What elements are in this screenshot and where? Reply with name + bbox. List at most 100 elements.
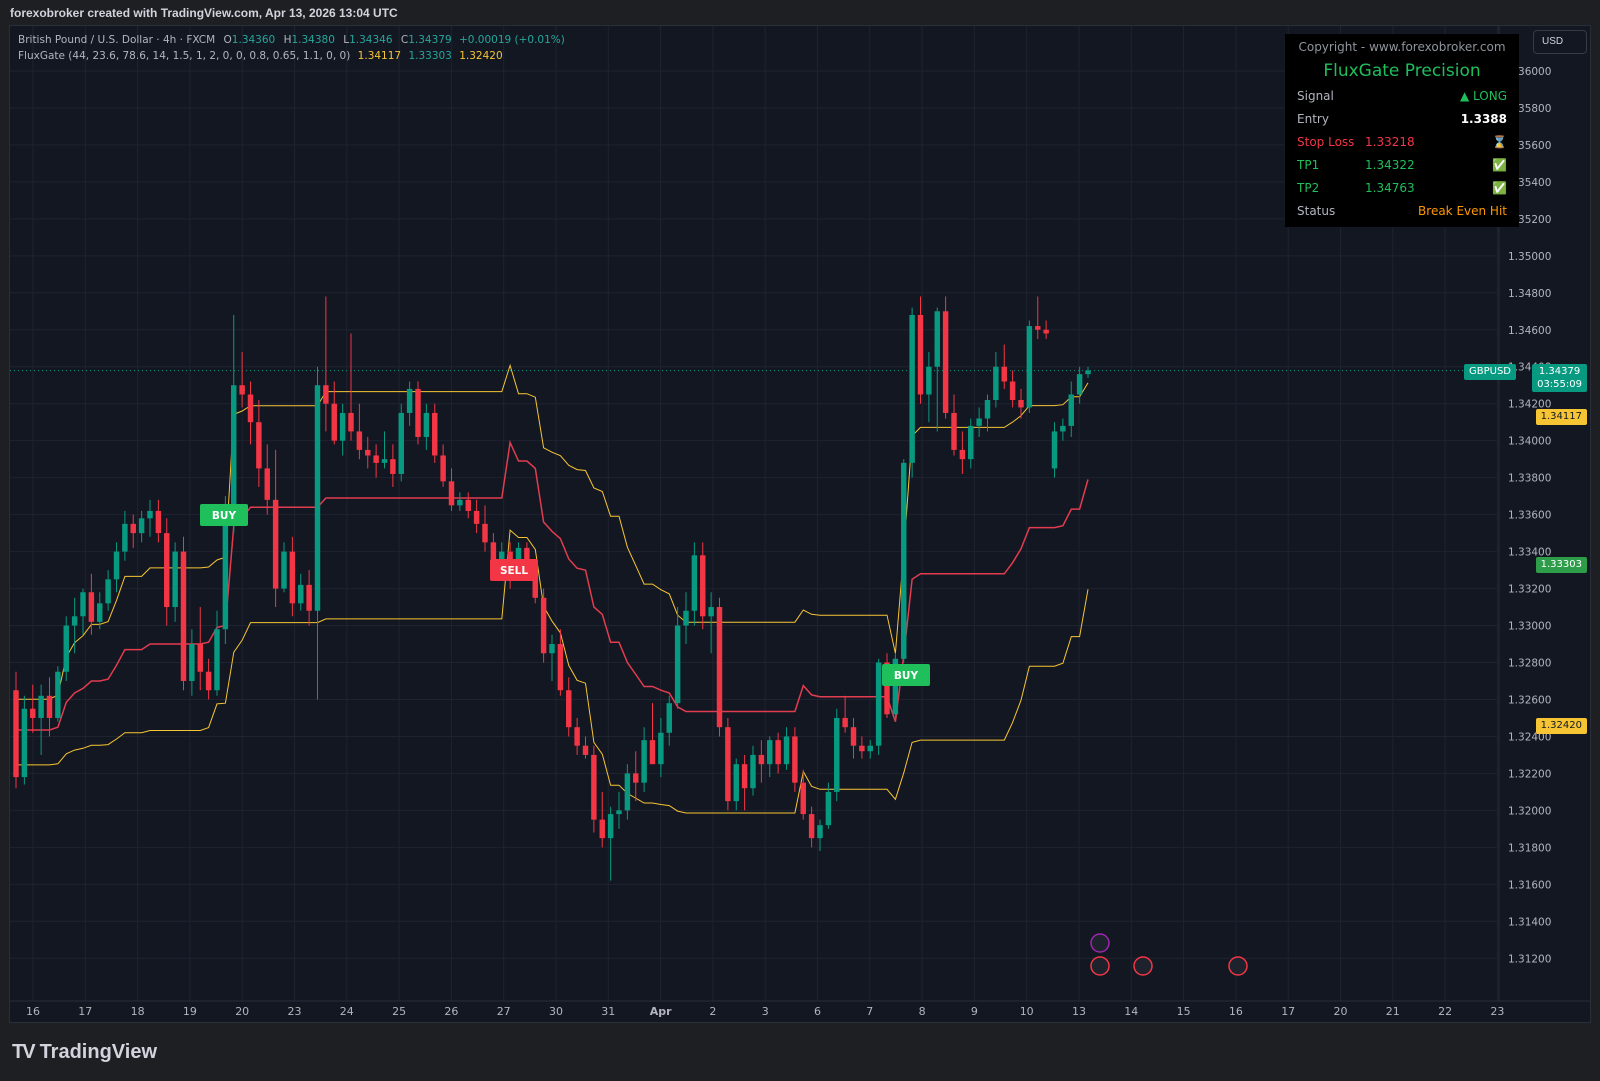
last-price-tag: 1.34379 03:55:09 bbox=[1532, 363, 1587, 392]
candle-body bbox=[842, 717, 848, 728]
y-tick-label: 1.34000 bbox=[1508, 436, 1551, 448]
candle-body bbox=[674, 625, 681, 704]
candle-body bbox=[390, 459, 396, 474]
x-tick-label: 23 bbox=[288, 1005, 302, 1018]
candle-body bbox=[281, 551, 287, 589]
legend-symbol[interactable]: British Pound / U.S. Dollar · 4h · FXCM bbox=[18, 34, 215, 46]
candle-body bbox=[1026, 326, 1033, 408]
candle-body bbox=[767, 740, 773, 765]
x-tick-label: 18 bbox=[131, 1005, 145, 1018]
legend-open-label: O bbox=[223, 34, 232, 46]
chart-frame[interactable]: 1.36000 1.35800 1.35600 1.35400 1.35200 1.350… bbox=[9, 25, 1591, 1023]
x-tick-label: 8 bbox=[919, 1005, 926, 1018]
candle-body bbox=[1001, 366, 1007, 382]
candle-body bbox=[164, 533, 170, 608]
legend-change: +0.00019 (+0.01%) bbox=[458, 34, 565, 46]
candle-body bbox=[348, 412, 354, 432]
x-tick-label: 24 bbox=[340, 1005, 354, 1018]
candle-body bbox=[942, 311, 949, 413]
candle-body bbox=[1085, 370, 1091, 375]
candle-body bbox=[993, 366, 999, 401]
panel-row-entry: Entry 1.3388 bbox=[1285, 108, 1519, 131]
y-tick-label: 1.33000 bbox=[1508, 621, 1551, 633]
y-tick-label: 1.32000 bbox=[1508, 805, 1551, 817]
candle-body bbox=[783, 736, 790, 765]
x-tick-label: 15 bbox=[1177, 1005, 1191, 1018]
candle-body bbox=[700, 555, 706, 617]
x-tick-label: Apr bbox=[650, 1005, 672, 1018]
candle-body bbox=[105, 579, 111, 604]
legend-close: 1.34379 bbox=[408, 34, 452, 46]
legend-indicator-line[interactable]: FluxGate (44, 23.6, 78.6, 14, 1.5, 1, 2,… bbox=[18, 50, 503, 62]
candle-body bbox=[1035, 326, 1041, 330]
y-tick-label: 1.32600 bbox=[1508, 694, 1551, 706]
currency-button[interactable]: USD bbox=[1533, 30, 1587, 54]
x-tick-label: 17 bbox=[78, 1005, 92, 1018]
candle-body bbox=[113, 551, 120, 580]
candle-body bbox=[55, 671, 61, 718]
legend-indicator[interactable]: FluxGate (44, 23.6, 78.6, 14, 1.5, 1, 2,… bbox=[18, 50, 350, 62]
symbol-tag: GBPUSD bbox=[1463, 363, 1516, 380]
x-tick-label: 30 bbox=[549, 1005, 563, 1018]
bottom-bar bbox=[0, 1023, 1600, 1081]
candle-body bbox=[649, 740, 656, 765]
panel-row-value: Break Even Hit bbox=[1418, 204, 1507, 218]
candle-body bbox=[306, 584, 312, 611]
y-tick-label: 1.31800 bbox=[1508, 842, 1551, 854]
x-tick-label: 3 bbox=[762, 1005, 769, 1018]
candle-body bbox=[247, 394, 254, 423]
panel-row-value: ⌛ bbox=[1492, 135, 1507, 149]
candle-body bbox=[641, 740, 647, 783]
panel-row-label: Status bbox=[1297, 204, 1336, 218]
tradingview-logo[interactable]: TV TradingView bbox=[12, 1041, 157, 1064]
candle-body bbox=[432, 412, 438, 456]
y-tick-label: 1.33200 bbox=[1508, 584, 1551, 596]
y-tick-label: 1.31600 bbox=[1508, 879, 1551, 891]
candle-body bbox=[356, 431, 363, 450]
candle-body bbox=[850, 727, 857, 746]
candle-body bbox=[80, 592, 86, 617]
x-tick-label: 17 bbox=[1281, 1005, 1295, 1018]
candle-body bbox=[490, 542, 497, 561]
x-tick-label: 26 bbox=[444, 1005, 458, 1018]
candle-body bbox=[825, 791, 832, 826]
panel-row-tp2: TP2 1.34763 ✅ bbox=[1285, 177, 1519, 200]
panel-copyright: Copyright - www.forexobroker.com bbox=[1298, 40, 1506, 54]
panel-title: FluxGate Precision bbox=[1323, 61, 1481, 81]
candle-body bbox=[968, 425, 974, 460]
candle-body bbox=[272, 499, 279, 589]
candle-body bbox=[180, 551, 187, 681]
panel-row-stop-loss: Stop Loss 1.33218 ⌛ bbox=[1285, 131, 1519, 154]
x-tick-label: 13 bbox=[1072, 1005, 1086, 1018]
lightning-event-icon bbox=[1090, 933, 1110, 953]
legend-symbol-line[interactable]: British Pound / U.S. Dollar · 4h · FXCM … bbox=[18, 34, 565, 46]
x-tick-label: 25 bbox=[392, 1005, 406, 1018]
y-tick-label: 1.34600 bbox=[1508, 325, 1551, 337]
candle-body bbox=[373, 455, 379, 463]
candle-body bbox=[633, 773, 639, 783]
y-tick-label: 1.32200 bbox=[1508, 768, 1551, 780]
panel-row-status: Status Break Even Hit bbox=[1285, 200, 1519, 223]
x-tick-label: 23 bbox=[1490, 1005, 1504, 1018]
top-caption: forexobroker created with TradingView.co… bbox=[10, 6, 398, 20]
candle-body bbox=[741, 764, 748, 789]
candle-body bbox=[951, 412, 957, 450]
panel-row-value: ✅ bbox=[1492, 181, 1507, 195]
candle-body bbox=[540, 597, 547, 654]
candle-body bbox=[473, 510, 480, 524]
candle-body bbox=[1009, 381, 1016, 401]
y-tick-label: 1.31200 bbox=[1508, 953, 1551, 965]
candle-body bbox=[566, 690, 572, 728]
candle-body bbox=[189, 644, 195, 681]
candle-body bbox=[716, 607, 723, 728]
candle-body bbox=[30, 708, 36, 718]
flag-event-icon bbox=[1228, 956, 1248, 976]
x-tick-label: 21 bbox=[1386, 1005, 1400, 1018]
panel-row-label: Stop Loss bbox=[1297, 135, 1355, 149]
candle-body bbox=[172, 551, 178, 608]
panel-row-mid: 1.34322 bbox=[1365, 158, 1415, 172]
panel-row-tp1: TP1 1.34322 ✅ bbox=[1285, 154, 1519, 177]
candle-body bbox=[331, 403, 337, 441]
candle-body bbox=[582, 745, 589, 755]
candle-body bbox=[725, 727, 731, 802]
